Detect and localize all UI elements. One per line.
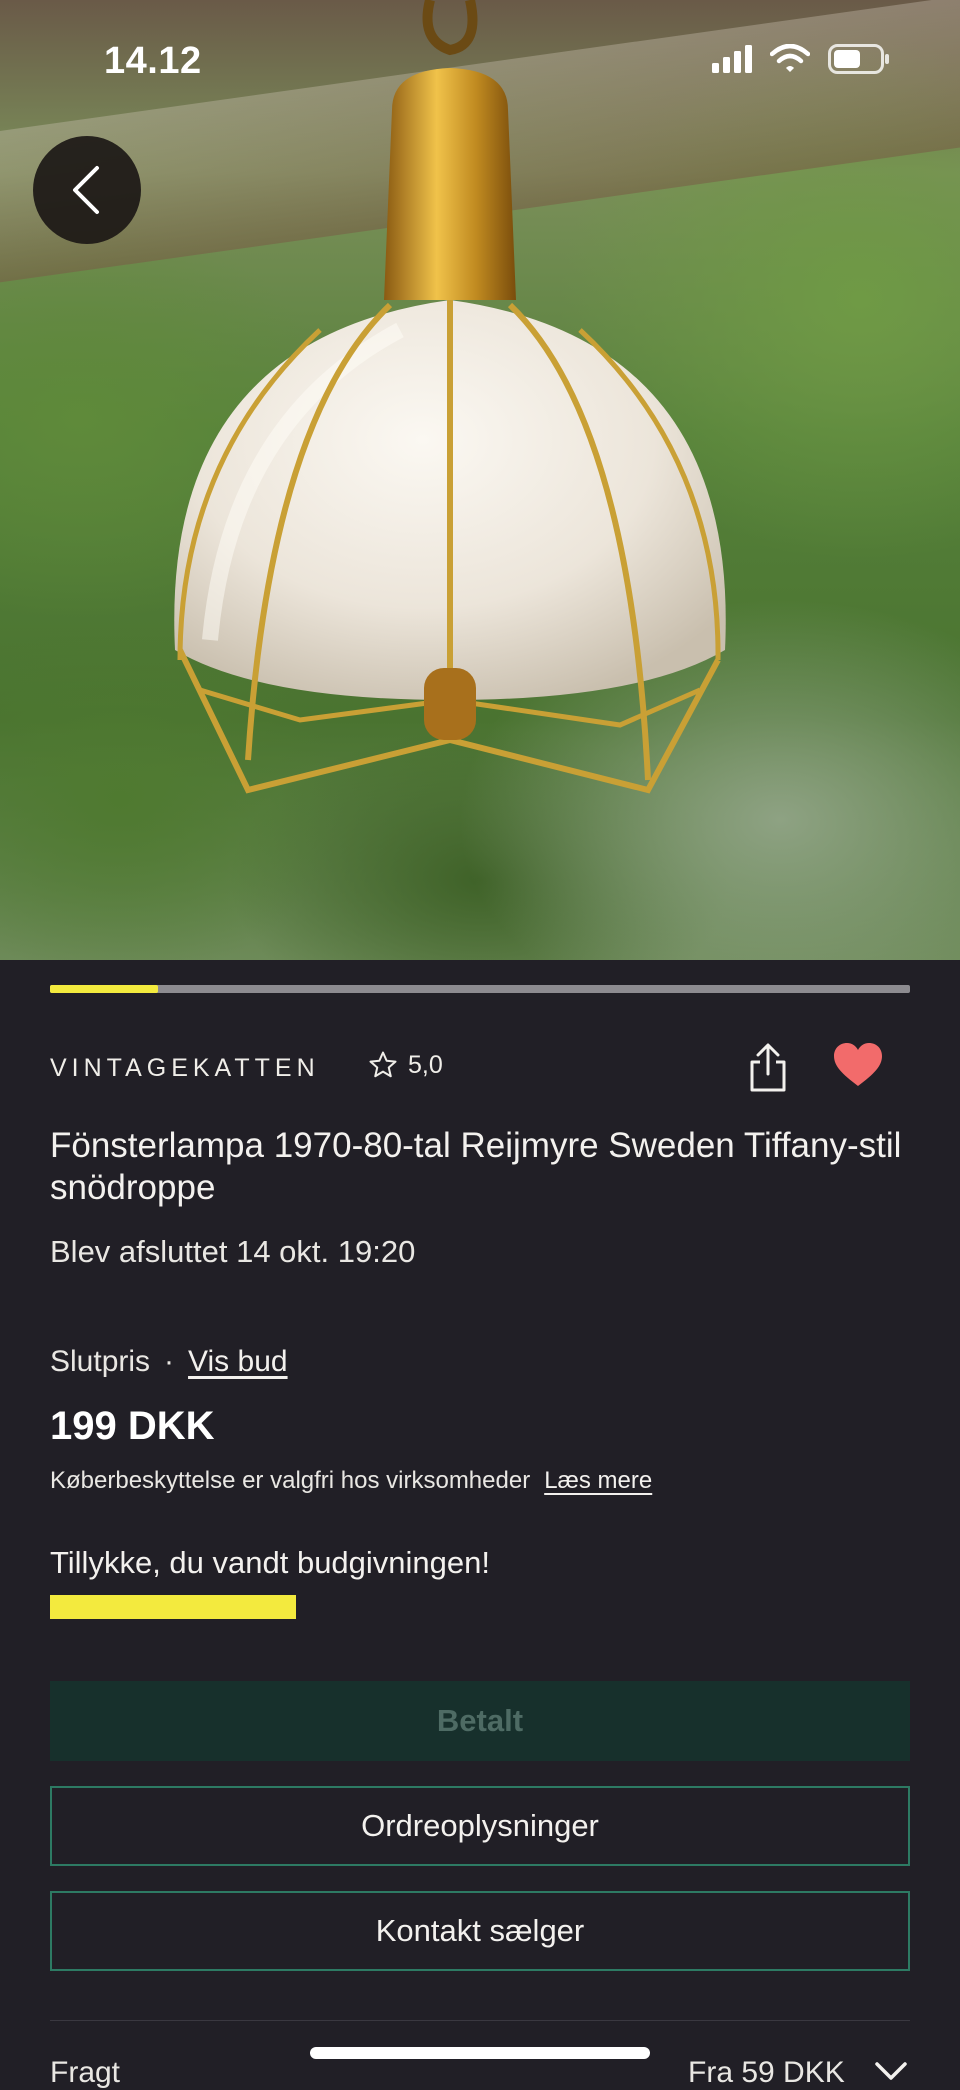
share-button[interactable]: [740, 1040, 796, 1096]
share-icon: [750, 1043, 786, 1092]
freight-label[interactable]: Fragt: [50, 2056, 120, 2090]
back-button[interactable]: [33, 136, 141, 244]
status-time: 14.12: [104, 40, 202, 82]
seller-row: VINTAGEKATTEN 5,0: [50, 1040, 910, 1096]
separator-dot: ·: [164, 1345, 175, 1378]
rating-value: 5,0: [408, 1050, 443, 1079]
paid-button[interactable]: Betalt: [50, 1681, 910, 1761]
buyer-protection: Køberbeskyttelse er valgfri hos virksomh…: [50, 1467, 652, 1495]
view-bids-link[interactable]: Vis bud: [188, 1345, 288, 1379]
divider: [50, 2020, 910, 2021]
status-bar: 14.12: [0, 0, 960, 130]
favorite-button[interactable]: [832, 1042, 888, 1094]
star-icon: [369, 1051, 397, 1078]
seller-rating[interactable]: 5,0: [368, 1050, 443, 1080]
listing-title: Fönsterlampa 1970-80-tal Reijmyre Sweden…: [50, 1126, 902, 1207]
home-indicator: [310, 2047, 650, 2059]
contact-seller-button[interactable]: Kontakt sælger: [50, 1891, 910, 1971]
gallery-progress: [50, 985, 910, 993]
seller-name[interactable]: VINTAGEKATTEN: [50, 1054, 320, 1083]
final-price-row: Slutpris · Vis bud: [50, 1345, 288, 1379]
read-more-link[interactable]: Læs mere: [544, 1467, 652, 1495]
buyer-protection-text: Køberbeskyttelse er valgfri hos virksomh…: [50, 1467, 531, 1494]
final-price-label: Slutpris: [50, 1345, 151, 1378]
auction-ended-text: Blev afsluttet 14 okt. 19:20: [50, 1234, 416, 1269]
lamp-photo: [174, 0, 726, 794]
heart-icon: [834, 1043, 882, 1086]
wifi-icon: [770, 44, 810, 72]
win-message: Tillykke, du vandt budgivningen!: [50, 1545, 491, 1580]
status-icons: [712, 44, 890, 74]
order-info-button[interactable]: Ordreoplysninger: [50, 1786, 910, 1866]
chevron-down-icon[interactable]: [874, 2060, 908, 2082]
back-arrow-icon: [73, 166, 99, 214]
gallery-progress-fill: [50, 985, 158, 993]
product-image[interactable]: 14.12: [0, 0, 960, 960]
win-highlight-bar: [50, 1595, 296, 1619]
signal-icon: [712, 45, 752, 73]
battery-icon: [828, 44, 889, 74]
freight-value[interactable]: Fra 59 DKK: [688, 2056, 845, 2090]
final-price: 199 DKK: [50, 1404, 215, 1448]
